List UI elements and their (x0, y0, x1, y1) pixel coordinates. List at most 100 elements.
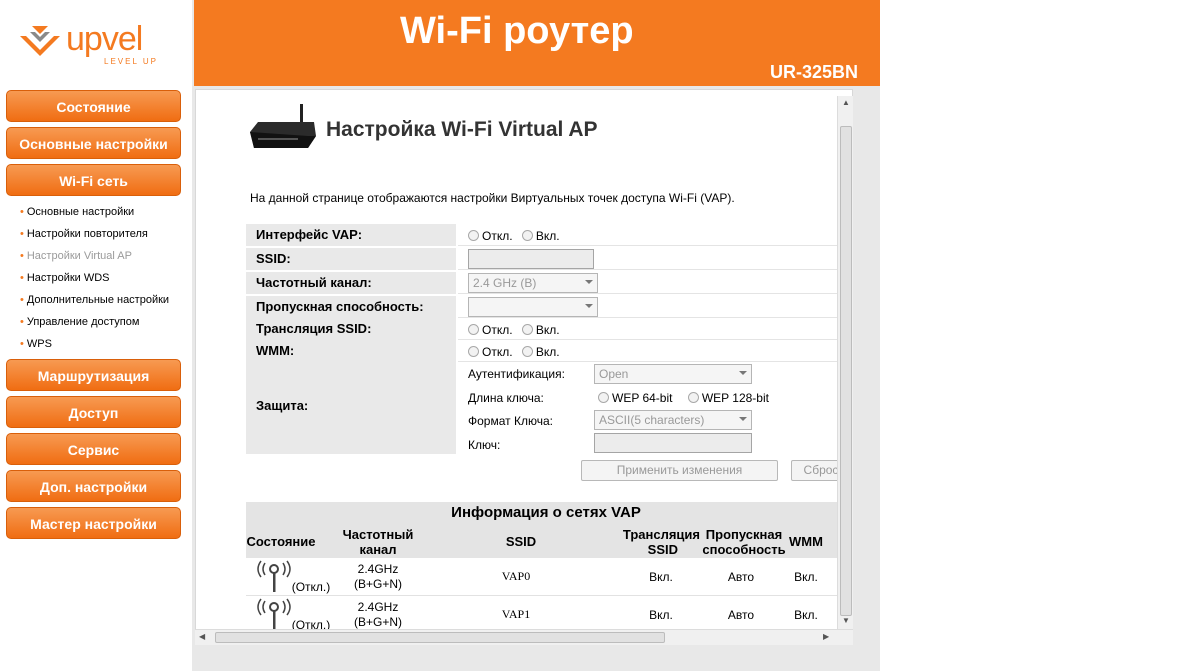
col-status: Состояние (246, 534, 316, 549)
submenu-wifi-basic[interactable]: • Основные настройки (20, 206, 134, 218)
submenu-wps[interactable]: • WPS (20, 338, 52, 350)
menu-basic-settings[interactable]: Основные настройки (6, 127, 181, 159)
vap1-broadcast: Вкл. (649, 608, 673, 622)
table-row: (Откл.) 2.4GHz (B+G+N) VAP0 Вкл. Авто Вк… (246, 558, 846, 596)
key-format-label: Формат Ключа: (468, 414, 553, 428)
bandwidth-label: Пропускная способность: (246, 296, 456, 318)
submenu-repeater[interactable]: • Настройки повторителя (20, 228, 148, 240)
content-area: Настройка Wi-Fi Virtual AP На данной стр… (195, 89, 853, 645)
vap-interface-off-radio[interactable] (468, 230, 479, 242)
key-format-select-value: ASCII(5 characters) (599, 413, 705, 427)
channel-row: Частотный канал: 2.4 GHz (B) (246, 272, 846, 294)
wep64-radio[interactable] (598, 392, 609, 404)
vap0-channel-l2: (B+G+N) (353, 577, 402, 591)
bandwidth-select[interactable] (468, 297, 598, 317)
chevron-down-icon (585, 280, 593, 284)
page-description: На данной странице отображаются настройк… (250, 191, 735, 205)
wmm-row: WMM: Откл. Вкл. (246, 340, 846, 362)
ssid-label: SSID: (246, 248, 456, 270)
menu-routing[interactable]: Маршрутизация (6, 359, 181, 391)
vap1-bandwidth: Авто (727, 608, 755, 622)
vap0-channel-l1: 2.4GHz (357, 562, 399, 576)
key-label: Ключ: (468, 438, 501, 452)
vap-interface-label: Интерфейс VAP: (246, 224, 456, 246)
scroll-down-icon[interactable]: ▼ (842, 616, 850, 625)
auth-select[interactable]: Open (594, 364, 752, 384)
vap-interface-on-radio[interactable] (521, 230, 533, 242)
logo-tagline: LEVEL UP (104, 57, 158, 66)
header-title: Wi-Fi роутер (400, 10, 634, 52)
col-channel-l1: Частотный (342, 527, 414, 542)
ssid-row: SSID: (246, 248, 846, 270)
vap0-bandwidth: Авто (727, 570, 755, 584)
upvel-logo-icon (20, 26, 60, 56)
vap1-ssid: VAP1 (501, 607, 531, 621)
bandwidth-row: Пропускная способность: (246, 296, 846, 318)
wep128-label: WEP 128-bit (701, 390, 769, 405)
wmm-on-radio[interactable] (521, 346, 533, 358)
col-channel-l2: канал (359, 542, 397, 557)
wmm-label: WMM: (246, 340, 456, 362)
security-label: Защита: (246, 362, 456, 454)
wmm-off-radio[interactable] (468, 346, 479, 358)
ssid-broadcast-off-radio[interactable] (468, 324, 479, 336)
col-broadcast-l2: SSID (647, 542, 678, 557)
col-ssid: SSID (505, 534, 537, 549)
content-frame: Настройка Wi-Fi Virtual AP На данной стр… (192, 86, 880, 671)
key-length-label: Длина ключа: (468, 391, 544, 405)
model-name: UR-325BN (770, 62, 859, 82)
key-format-select[interactable]: ASCII(5 characters) (594, 410, 752, 430)
vap0-broadcast: Вкл. (649, 570, 673, 584)
page-title: Настройка Wi-Fi Virtual AP (326, 118, 598, 141)
key-input[interactable] (594, 433, 752, 453)
chevron-down-icon (739, 371, 747, 375)
horizontal-scrollbar[interactable]: ◀ ▶ (195, 629, 853, 645)
vap1-wmm: Вкл. (794, 608, 818, 622)
vertical-scroll-thumb[interactable] (840, 126, 852, 616)
vap-interface-off-label: Откл. (482, 228, 513, 243)
menu-status[interactable]: Состояние (6, 90, 181, 122)
channel-select[interactable]: 2.4 GHz (B) (468, 273, 598, 293)
vap-interface-row: Интерфейс VAP: Откл. Вкл. (246, 224, 846, 246)
submenu-virtual-ap[interactable]: • Настройки Virtual AP (20, 250, 132, 262)
ssid-input[interactable] (468, 249, 594, 269)
wep128-radio[interactable] (687, 392, 699, 404)
ssid-broadcast-label: Трансляция SSID: (246, 318, 456, 340)
vap1-channel-l1: 2.4GHz (357, 600, 399, 614)
logo-text: upvel (66, 20, 143, 58)
scroll-right-icon[interactable]: ▶ (823, 632, 829, 641)
logo[interactable]: upvel LEVEL UP (0, 0, 194, 86)
security-row: Защита: Аутентификация: Open Длина ключа… (246, 362, 846, 454)
submenu-wds[interactable]: • Настройки WDS (20, 272, 110, 284)
col-broadcast-l1: Трансляция (622, 527, 700, 542)
menu-extra-settings[interactable]: Доп. настройки (6, 470, 181, 502)
col-bandwidth-l1: Пропускная (705, 527, 783, 542)
col-wmm: WMM (789, 534, 823, 549)
horizontal-scroll-thumb[interactable] (215, 632, 665, 643)
scroll-up-icon[interactable]: ▲ (842, 98, 850, 107)
auth-label: Аутентификация: (468, 367, 565, 381)
wep64-label: WEP 64-bit (612, 390, 673, 405)
menu-setup-wizard[interactable]: Мастер настройки (6, 507, 181, 539)
menu-service[interactable]: Сервис (6, 433, 181, 465)
ssid-broadcast-on-radio[interactable] (521, 324, 533, 336)
submenu-access-control[interactable]: • Управление доступом (20, 316, 139, 328)
channel-label: Частотный канал: (246, 272, 456, 294)
submenu-advanced[interactable]: • Дополнительные настройки (20, 294, 169, 306)
channel-select-value: 2.4 GHz (B) (473, 276, 537, 290)
vertical-scrollbar[interactable]: ▲ ▼ (837, 96, 853, 629)
vap1-channel-l2: (B+G+N) (353, 615, 402, 629)
scroll-left-icon[interactable]: ◀ (199, 632, 205, 641)
vap0-wmm: Вкл. (794, 570, 818, 584)
chevron-down-icon (739, 417, 747, 421)
vap0-ssid: VAP0 (501, 569, 531, 583)
menu-wifi[interactable]: Wi-Fi сеть (6, 164, 181, 196)
wmm-on-label: Вкл. (535, 344, 560, 359)
header: upvel LEVEL UP Wi-Fi роутер UR-325BN (0, 0, 880, 86)
col-bandwidth-l2: способность (702, 542, 786, 557)
apply-button[interactable]: Применить изменения (581, 460, 778, 481)
auth-select-value: Open (599, 367, 629, 381)
vap-info-header: Состояние Частотный канал SSID Трансляци… (246, 524, 846, 558)
router-image (250, 104, 316, 148)
menu-access[interactable]: Доступ (6, 396, 181, 428)
